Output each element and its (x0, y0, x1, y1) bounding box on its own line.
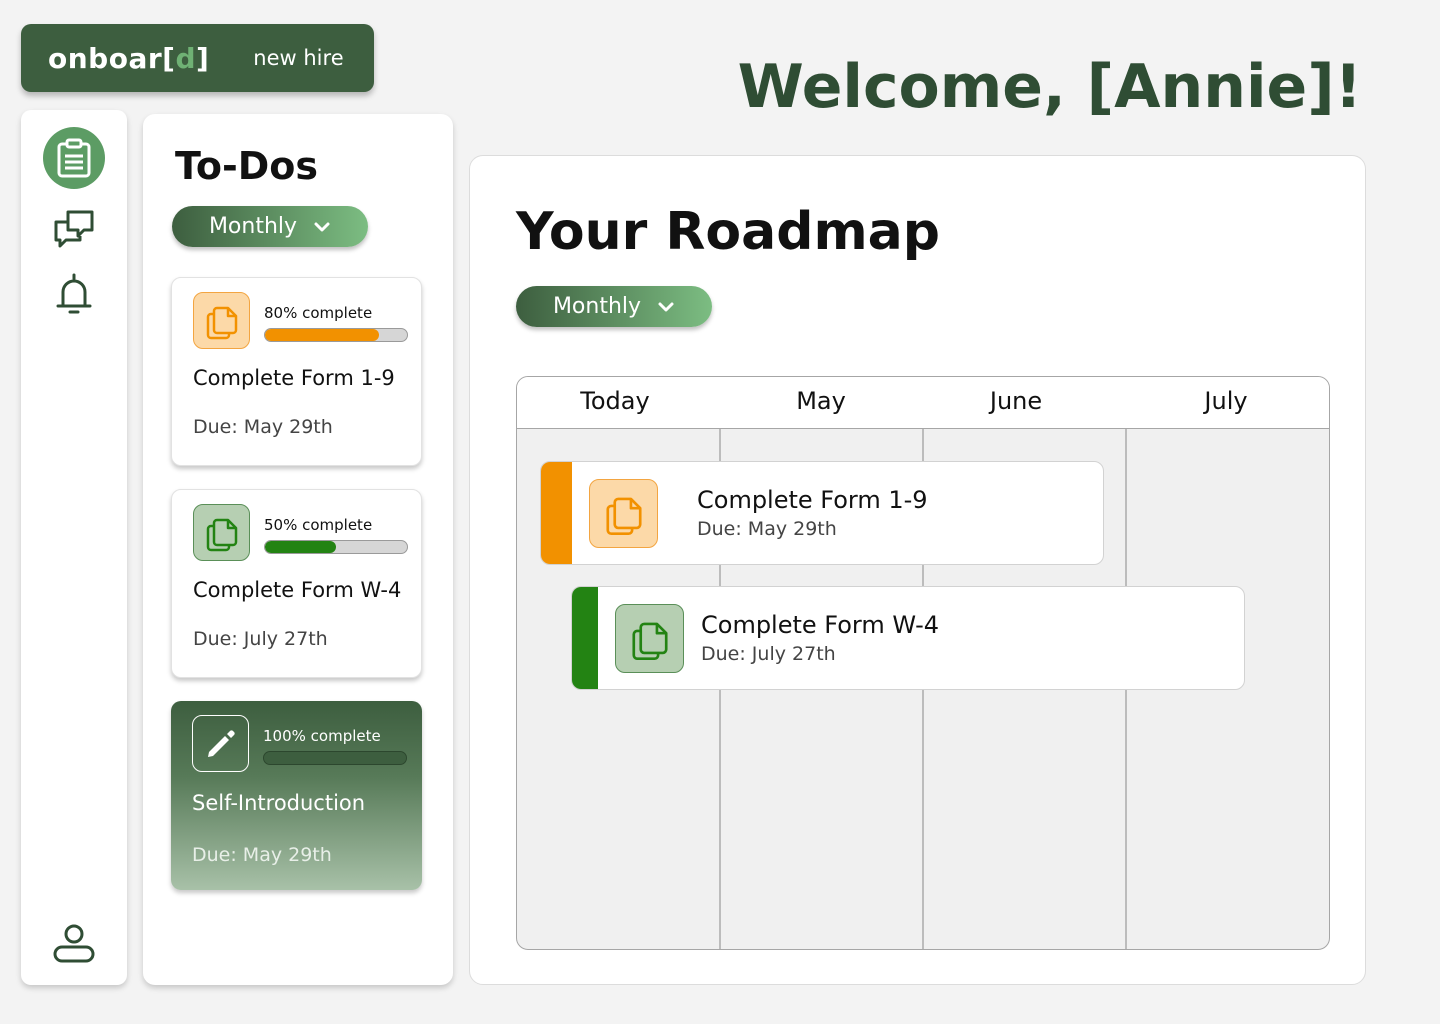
chevron-down-icon (658, 302, 674, 311)
progress-fill (264, 752, 406, 764)
logo-text: onboar[ (48, 41, 176, 75)
app-logo[interactable]: onboar[d] (48, 42, 209, 75)
timeline-column-may: May (796, 387, 846, 415)
todo-due-date: Due: May 29th (192, 844, 332, 866)
progress-percent: 50% complete (264, 516, 373, 534)
task-color-stripe (541, 462, 572, 564)
user-role-label: new hire (253, 46, 344, 70)
progress-bar (264, 540, 408, 554)
task-due-date: Due: July 27th (701, 643, 836, 665)
todos-panel: To-Dos Monthly 80% complete Complete For… (143, 114, 453, 985)
document-copy-icon (631, 622, 668, 660)
roadmap-filter-dropdown[interactable]: Monthly (516, 286, 712, 327)
progress-percent: 80% complete (264, 304, 373, 322)
brand-bar: onboar[d] new hire (21, 24, 374, 92)
roadmap-filter-label: Monthly (552, 294, 642, 319)
timeline-column-today: Today (580, 387, 650, 415)
chevron-down-icon (314, 222, 330, 231)
logo-end: ] (196, 41, 210, 75)
todo-card-completed[interactable]: 100% complete Self-Introduction Due: May… (171, 701, 422, 890)
todos-filter-label: Monthly (208, 214, 298, 239)
task-title: Complete Form 1-9 (697, 486, 928, 514)
todo-title: Self-Introduction (192, 791, 366, 815)
nav-profile-button[interactable] (43, 913, 105, 975)
document-copy-icon (206, 306, 237, 339)
todo-due-date: Due: May 29th (193, 416, 333, 438)
task-icon-box (589, 479, 658, 548)
timeline-column-june: June (989, 387, 1043, 415)
task-icon-box (615, 604, 684, 673)
progress-percent: 100% complete (263, 727, 381, 745)
todo-title: Complete Form W-4 (193, 578, 402, 602)
todo-card[interactable]: 50% complete Complete Form W-4 Due: July… (171, 489, 422, 678)
nav-messages-button[interactable] (43, 198, 105, 260)
roadmap-title: Your Roadmap (516, 202, 940, 262)
todo-title: Complete Form 1-9 (193, 366, 395, 390)
todo-due-date: Due: July 27th (193, 628, 328, 650)
timeline-header: Today May June July (517, 377, 1329, 429)
roadmap-task[interactable]: Complete Form 1-9 Due: May 29th (540, 461, 1104, 565)
chat-bubbles-icon (54, 210, 94, 248)
todos-title: To-Dos (175, 144, 319, 188)
task-color-stripe (572, 587, 598, 689)
user-icon (53, 924, 95, 963)
todo-icon-box (193, 504, 250, 561)
bell-icon (56, 273, 92, 314)
nav-todos-button[interactable] (43, 127, 105, 189)
task-title: Complete Form W-4 (701, 611, 940, 639)
pencil-icon (207, 729, 235, 757)
task-due-date: Due: May 29th (697, 518, 837, 540)
document-copy-icon (206, 518, 237, 551)
logo-accent: d (175, 41, 196, 75)
progress-fill (265, 541, 336, 553)
clipboard-icon (57, 138, 91, 178)
todo-card[interactable]: 80% complete Complete Form 1-9 Due: May … (171, 277, 422, 466)
progress-bar (263, 751, 407, 765)
progress-bar (264, 328, 408, 342)
todos-filter-dropdown[interactable]: Monthly (172, 206, 368, 247)
icon-sidebar (21, 110, 127, 985)
nav-notifications-button[interactable] (43, 263, 105, 325)
progress-fill (265, 329, 379, 341)
timeline-column-july: July (1204, 387, 1248, 415)
roadmap-task[interactable]: Complete Form W-4 Due: July 27th (571, 586, 1245, 690)
welcome-heading: Welcome, [Annie]! (737, 52, 1362, 122)
todo-icon-box (192, 715, 249, 772)
todo-icon-box (193, 292, 250, 349)
roadmap-timeline: Today May June July Complete Form 1-9 Du… (516, 376, 1330, 950)
roadmap-panel: Your Roadmap Monthly Today May June July… (469, 155, 1366, 985)
document-copy-icon (605, 497, 642, 535)
